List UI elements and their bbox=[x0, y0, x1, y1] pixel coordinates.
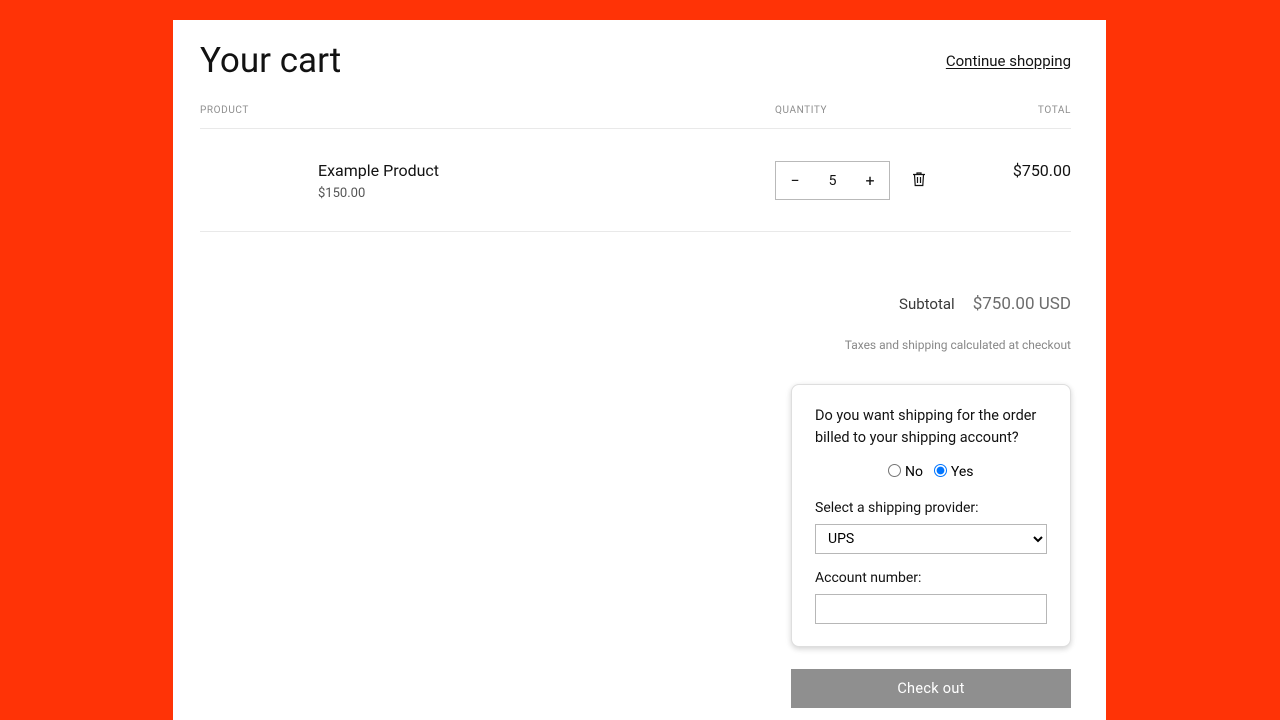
page-title: Your cart bbox=[200, 40, 341, 81]
account-field-group: Account number: bbox=[815, 570, 1047, 624]
shipping-option-no-label: No bbox=[905, 464, 923, 480]
cart-line-item: Example Product $150.00 − 5 + $750.00 bbox=[200, 129, 1071, 232]
shipping-question: Do you want shipping for the order bille… bbox=[815, 405, 1047, 450]
header-row: Your cart Continue shopping bbox=[200, 40, 1071, 81]
provider-label: Select a shipping provider: bbox=[815, 500, 1047, 516]
line-total: $750.00 bbox=[955, 161, 1071, 180]
shipping-option-no[interactable]: No bbox=[888, 464, 926, 480]
quantity-stepper: − 5 + bbox=[775, 161, 890, 200]
decrease-quantity-button[interactable]: − bbox=[776, 162, 814, 199]
shipping-radio-yes[interactable] bbox=[934, 464, 947, 477]
shipping-account-card: Do you want shipping for the order bille… bbox=[791, 384, 1071, 647]
cart-table-header: PRODUCT QUANTITY TOTAL bbox=[200, 105, 1071, 129]
remove-item-button[interactable] bbox=[912, 171, 926, 191]
cart-page: Your cart Continue shopping PRODUCT QUAN… bbox=[173, 20, 1106, 720]
continue-shopping-link[interactable]: Continue shopping bbox=[946, 52, 1071, 70]
account-number-label: Account number: bbox=[815, 570, 1047, 586]
subtotal-row: Subtotal $750.00 USD bbox=[200, 294, 1071, 314]
col-header-product: PRODUCT bbox=[200, 105, 775, 116]
subtotal-label: Subtotal bbox=[899, 295, 955, 313]
provider-field-group: Select a shipping provider: UPS bbox=[815, 500, 1047, 554]
quantity-cell: − 5 + bbox=[775, 161, 955, 200]
trash-icon bbox=[912, 171, 926, 187]
tax-shipping-note: Taxes and shipping calculated at checkou… bbox=[200, 338, 1071, 352]
increase-quantity-button[interactable]: + bbox=[851, 162, 889, 199]
product-info: Example Product $150.00 bbox=[200, 161, 775, 201]
product-name: Example Product bbox=[318, 161, 775, 180]
quantity-value: 5 bbox=[829, 173, 837, 189]
checkout-button[interactable]: Check out bbox=[791, 669, 1071, 708]
shipping-option-yes-label: Yes bbox=[951, 464, 974, 480]
col-header-total: TOTAL bbox=[955, 105, 1071, 116]
product-unit-price: $150.00 bbox=[318, 186, 775, 201]
shipping-option-yes[interactable]: Yes bbox=[934, 464, 973, 480]
account-number-input[interactable] bbox=[815, 594, 1047, 624]
shipping-provider-select[interactable]: UPS bbox=[815, 524, 1047, 554]
shipping-radio-no[interactable] bbox=[888, 464, 901, 477]
shipping-radio-group: No Yes bbox=[815, 464, 1047, 480]
totals-section: Subtotal $750.00 USD Taxes and shipping … bbox=[200, 294, 1071, 708]
subtotal-value: $750.00 USD bbox=[973, 294, 1071, 314]
col-header-quantity: QUANTITY bbox=[775, 105, 955, 116]
